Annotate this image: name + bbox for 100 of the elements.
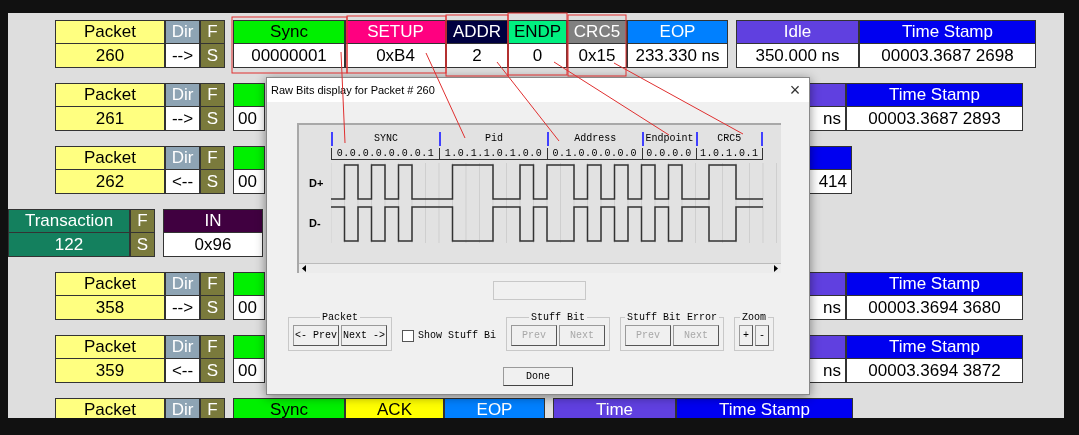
table-cell: ns	[808, 107, 846, 131]
highlight-frame	[507, 12, 568, 76]
column-header: ADDR	[446, 20, 508, 44]
table-cell: 0x15	[567, 44, 627, 68]
table-cell: 0xB4	[345, 44, 446, 68]
table-cell: 260	[55, 44, 165, 68]
column-header: Time Stamp	[846, 83, 1023, 107]
column-header: ENDP	[508, 20, 567, 44]
left-arrow-icon[interactable]	[299, 264, 309, 273]
group-label: Stuff Bit Error	[626, 311, 719, 325]
table-cell: 00	[233, 107, 265, 131]
signal-label: D-	[308, 216, 322, 231]
column-header	[233, 335, 265, 359]
column-header: CRC5	[567, 20, 627, 44]
column-header: F	[200, 335, 225, 359]
column-header: Time Stamp	[676, 398, 853, 418]
column-header: F	[200, 20, 225, 44]
right-arrow-icon[interactable]	[771, 264, 781, 273]
column-header: IN	[163, 209, 263, 233]
done-button[interactable]: Done	[503, 367, 573, 386]
column-header: Dir	[165, 398, 200, 418]
table-cell: S	[200, 359, 225, 383]
table-cell: 262	[55, 170, 165, 194]
column-header: EOP	[627, 20, 728, 44]
group-label: Stuff Bit	[530, 311, 586, 325]
column-header	[808, 272, 846, 296]
column-header: Packet	[55, 83, 165, 107]
dialog-button[interactable]: -	[755, 325, 770, 346]
table-cell: 358	[55, 296, 165, 320]
column-header: Packet	[55, 398, 165, 418]
table-cell: 414	[808, 170, 852, 194]
bit-values: 0.0.0.0.0.0.0.1	[331, 148, 439, 160]
column-header: F	[200, 272, 225, 296]
table-cell: ns	[808, 296, 846, 320]
column-header: Time Stamp	[846, 272, 1023, 296]
table-cell: S	[200, 44, 225, 68]
table-cell: 00003.3694 3680	[846, 296, 1023, 320]
column-header	[808, 146, 852, 170]
dialog-button[interactable]: Next ->	[341, 325, 387, 346]
dialog-button[interactable]: +	[739, 325, 754, 346]
column-header: Time Stamp	[859, 20, 1036, 44]
column-header: Dir	[165, 83, 200, 107]
table-cell: ns	[808, 359, 846, 383]
table-cell: 359	[55, 359, 165, 383]
column-header: Packet	[55, 272, 165, 296]
group-label: Packet	[321, 311, 359, 325]
column-header: Dir	[165, 146, 200, 170]
close-button[interactable]: ×	[781, 78, 809, 102]
bit-values: 0.0.0.0	[641, 148, 696, 160]
dialog-button[interactable]: <- Prev	[293, 325, 339, 346]
column-header: EOP	[444, 398, 545, 418]
table-cell: 00003.3687 2698	[859, 44, 1036, 68]
column-header	[233, 272, 265, 296]
column-header: Idle	[736, 20, 859, 44]
column-header: Packet	[55, 335, 165, 359]
scrollbar[interactable]	[299, 263, 781, 273]
column-header: Transaction	[8, 209, 130, 233]
column-header: Dir	[165, 20, 200, 44]
table-cell: -->	[165, 107, 200, 131]
table-cell: -->	[165, 44, 200, 68]
column-header: ACK	[345, 398, 444, 418]
table-cell: 00	[233, 170, 265, 194]
table-cell: <--	[165, 170, 200, 194]
table-cell: S	[200, 296, 225, 320]
table-cell: 00003.3694 3872	[846, 359, 1023, 383]
column-header: F	[200, 146, 225, 170]
checkbox[interactable]	[402, 329, 414, 342]
column-header: Sync	[233, 20, 345, 44]
table-cell: 00	[233, 359, 265, 383]
column-header: SETUP	[345, 20, 446, 44]
column-header: Packet	[55, 146, 165, 170]
column-header	[808, 83, 846, 107]
table-cell: <--	[165, 359, 200, 383]
table-cell: 00003.3687 2893	[846, 107, 1023, 131]
table-cell: 350.000 ns	[736, 44, 859, 68]
column-header: Sync	[233, 398, 345, 418]
table-cell: 233.330 ns	[627, 44, 728, 68]
column-header	[808, 335, 846, 359]
bit-values: 1.0.1.0.1	[695, 148, 763, 160]
checkbox-label: Show Stuff Bi	[418, 329, 496, 343]
field-label: Endpoint	[641, 132, 696, 146]
column-header: Dir	[165, 335, 200, 359]
column-header: Dir	[165, 272, 200, 296]
table-cell: 261	[55, 107, 165, 131]
field-label: CRC5	[695, 132, 763, 146]
table-cell: 122	[8, 233, 130, 257]
column-header: Time	[553, 398, 676, 418]
field-label: Pid	[439, 132, 547, 146]
table-cell: S	[200, 170, 225, 194]
column-header	[233, 83, 265, 107]
column-header: F	[130, 209, 155, 233]
highlight-frame	[567, 14, 627, 77]
column-header: Time Stamp	[846, 335, 1023, 359]
field-label: SYNC	[331, 132, 439, 146]
column-header: F	[200, 398, 225, 418]
table-cell: S	[200, 107, 225, 131]
table-cell: 0x96	[163, 233, 263, 257]
table-cell: 00000001	[233, 44, 345, 68]
group-label: Zoom	[741, 311, 768, 325]
table-cell: S	[130, 233, 155, 257]
